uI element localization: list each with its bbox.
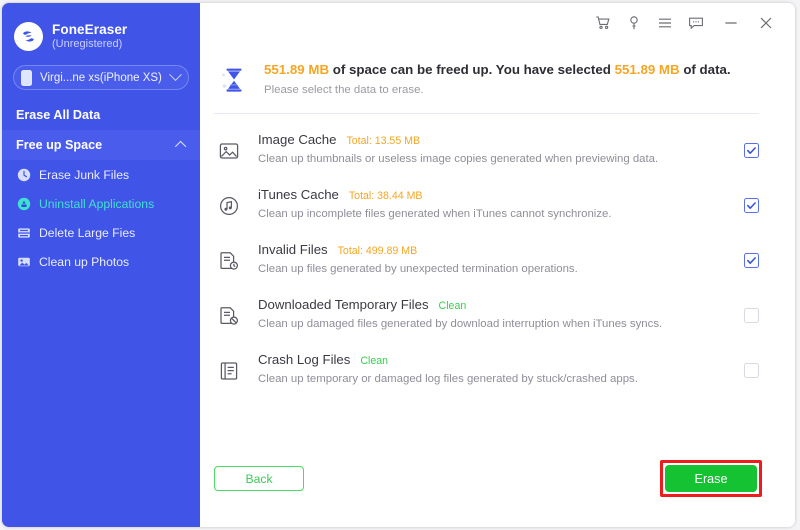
list-item-checkbox[interactable] — [744, 198, 759, 213]
brand-header: FoneEraser (Unregistered) — [2, 15, 200, 55]
image-cache-icon — [214, 136, 244, 166]
list-item-description: Clean up files generated by unexpected t… — [258, 263, 578, 275]
brand-status: (Unregistered) — [52, 37, 123, 50]
key-icon[interactable] — [621, 11, 646, 36]
itunes-music-icon — [214, 191, 244, 221]
list-item-total: Total: 13.55 MB — [346, 135, 421, 147]
app-root: FoneEraser (Unregistered) Virgi...ne xs(… — [0, 0, 800, 530]
list-item-total: Total: 499.89 MB — [337, 245, 418, 257]
list-item-title: Downloaded Temporary Files — [258, 297, 429, 312]
sidebar-item-delete-large-files[interactable]: Delete Large Fies — [2, 218, 200, 247]
cleanup-item-list: Image Cache Total: 13.55 MB Clean up thu… — [200, 114, 795, 403]
list-item-total: Clean — [438, 300, 467, 312]
status-banner: 551.89 MB of space can be freed up. You … — [200, 43, 795, 100]
erase-button-highlight: Erase — [660, 460, 762, 497]
banner-text-2: of data. — [683, 62, 731, 77]
foneeraser-logo-icon — [14, 21, 43, 51]
minimize-icon[interactable] — [718, 11, 743, 36]
list-item-title: iTunes Cache — [258, 187, 339, 202]
chevron-down-icon — [169, 68, 182, 82]
cart-icon[interactable] — [590, 11, 615, 36]
brand-name: FoneEraser — [52, 21, 128, 37]
sidebar-item-label: Uninstall Applications — [39, 196, 155, 211]
footer-actions: Back Erase — [200, 453, 795, 527]
log-file-icon — [214, 356, 244, 386]
list-item-description: Clean up damaged files generated by down… — [258, 318, 663, 330]
list-item-total: Clean — [360, 355, 389, 367]
list-item-checkbox[interactable] — [744, 363, 759, 378]
list-item-title: Image Cache — [258, 132, 337, 147]
sidebar-item-clean-up-photos[interactable]: Clean up Photos — [2, 247, 200, 276]
device-label: Virgi...ne xs(iPhone XS) — [40, 71, 162, 84]
menu-icon[interactable] — [652, 11, 677, 36]
close-icon[interactable] — [753, 11, 778, 36]
sidebar-item-erase-junk-files[interactable]: Erase Junk Files — [2, 160, 200, 189]
banner-subtitle: Please select the data to erase. — [264, 84, 424, 96]
sidebar-free-up-space-label: Free up Space — [16, 138, 103, 152]
list-item[interactable]: iTunes Cache Total: 38.44 MB Clean up in… — [200, 183, 795, 238]
list-item-title: Crash Log Files — [258, 352, 351, 367]
list-item-checkbox[interactable] — [744, 143, 759, 158]
device-selector[interactable]: Virgi...ne xs(iPhone XS) — [13, 65, 189, 90]
apps-circle-icon — [16, 196, 31, 211]
sidebar: FoneEraser (Unregistered) Virgi...ne xs(… — [2, 3, 200, 527]
list-item[interactable]: Crash Log Files Clean Clean up temporary… — [200, 348, 795, 403]
application-window: FoneEraser (Unregistered) Virgi...ne xs(… — [2, 3, 795, 527]
titlebar — [200, 3, 795, 43]
list-item-total: Total: 38.44 MB — [348, 190, 423, 202]
banner-headline: 551.89 MB of space can be freed up. You … — [264, 62, 731, 77]
sidebar-item-label: Erase Junk Files — [39, 167, 130, 182]
list-item[interactable]: Image Cache Total: 13.55 MB Clean up thu… — [200, 128, 795, 183]
list-item-checkbox[interactable] — [744, 308, 759, 323]
list-item[interactable]: Downloaded Temporary Files Clean Clean u… — [200, 293, 795, 348]
list-item-title: Invalid Files — [258, 242, 328, 257]
sidebar-erase-all-data-label: Erase All Data — [16, 108, 101, 122]
list-item-checkbox[interactable] — [744, 253, 759, 268]
list-item-description: Clean up thumbnails or useless image cop… — [258, 153, 659, 165]
sidebar-item-uninstall-applications[interactable]: Uninstall Applications — [2, 189, 200, 218]
rows-icon — [16, 225, 31, 240]
sidebar-section-free-up-space[interactable]: Free up Space — [2, 130, 200, 160]
sidebar-item-label: Delete Large Fies — [39, 225, 136, 240]
phone-icon — [21, 69, 32, 86]
hourglass-icon — [214, 60, 254, 100]
invalid-file-clock-icon — [214, 246, 244, 276]
photo-icon — [16, 254, 31, 269]
sidebar-item-label: Clean up Photos — [39, 254, 130, 269]
chevron-up-icon — [174, 140, 187, 153]
sidebar-item-erase-all-data[interactable]: Erase All Data — [2, 100, 200, 130]
feedback-chat-icon[interactable] — [683, 11, 708, 36]
clock-icon — [16, 167, 31, 182]
main-panel: 551.89 MB of space can be freed up. You … — [200, 3, 795, 527]
freeable-size: 551.89 MB — [264, 62, 330, 77]
blocked-file-icon — [214, 301, 244, 331]
list-item[interactable]: Invalid Files Total: 499.89 MB Clean up … — [200, 238, 795, 293]
list-item-description: Clean up temporary or damaged log files … — [258, 373, 638, 385]
selected-size: 551.89 MB — [614, 62, 680, 77]
back-button[interactable]: Back — [214, 466, 304, 491]
banner-text-1: of space can be freed up. You have selec… — [332, 62, 611, 77]
erase-button[interactable]: Erase — [665, 465, 757, 492]
list-item-description: Clean up incomplete files generated when… — [258, 208, 612, 220]
